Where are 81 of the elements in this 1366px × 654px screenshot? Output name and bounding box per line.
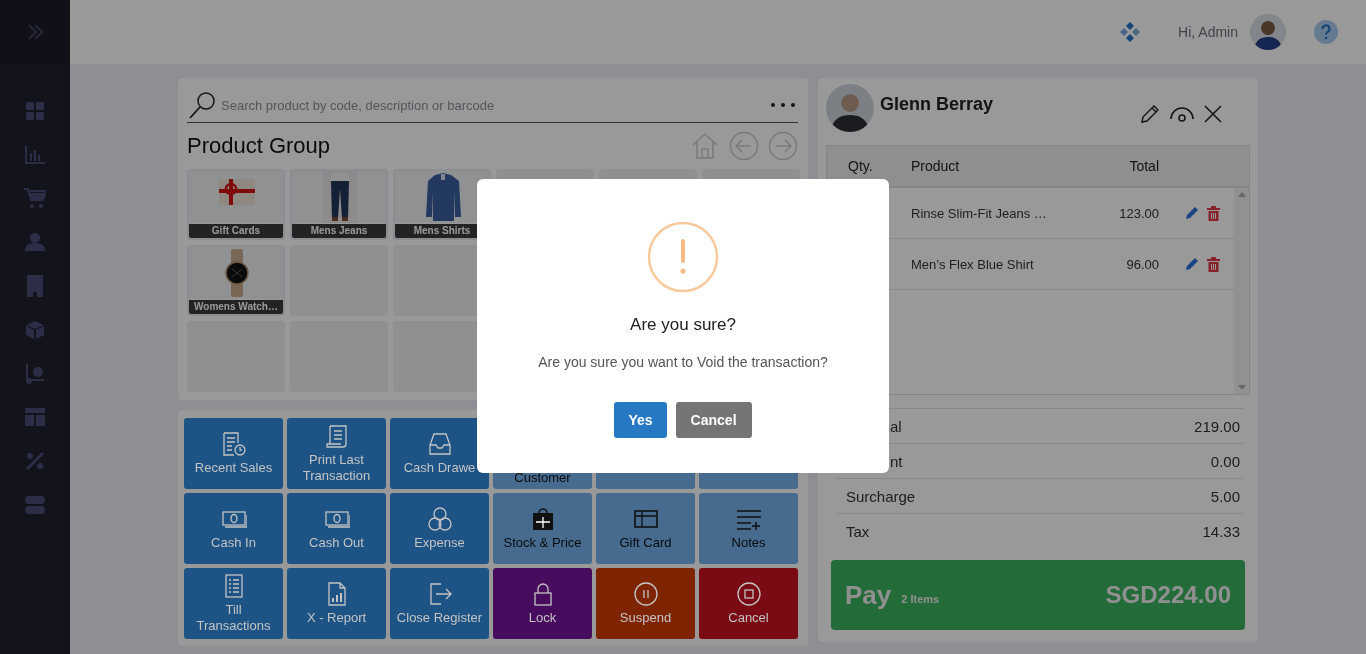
action-button[interactable]: Print Last Transaction (287, 418, 386, 489)
table-icon[interactable] (25, 408, 45, 427)
summary-label: al (889, 417, 902, 435)
action-button[interactable]: Gift Card (596, 493, 695, 564)
summary-label: Surcharge (846, 487, 916, 505)
line-total: 96.00 (1125, 256, 1159, 272)
cart-icon[interactable] (24, 188, 46, 209)
item-count: 2 Items (901, 593, 940, 605)
product-name: Rinse Slim-Fit Jeans … (911, 205, 1048, 221)
pencil-icon[interactable] (1185, 256, 1199, 271)
column-header: Total (1128, 158, 1159, 174)
product-tile[interactable]: Gift Cards (187, 169, 285, 240)
search-icon (187, 90, 217, 120)
user-greeting: Hi, Admin (1178, 24, 1238, 40)
action-button[interactable]: Lock (493, 568, 592, 639)
forward-icon[interactable] (768, 131, 798, 161)
summary-value: 14.33 (1202, 522, 1240, 540)
action-button[interactable]: Recent Sales (184, 418, 283, 489)
coins-icon (426, 506, 453, 532)
edit-icon[interactable] (1140, 104, 1160, 124)
action-button[interactable]: Suspend (596, 568, 695, 639)
action-button[interactable]: Cancel (699, 568, 798, 639)
summary-value: 0.00 (1210, 452, 1240, 470)
pay-amount: SGD224.00 (1105, 581, 1231, 609)
customer-avatar (826, 84, 874, 132)
action-button[interactable]: Cash Out (287, 493, 386, 564)
scroll-down-icon[interactable] (1237, 385, 1246, 390)
scrollbar[interactable] (1234, 188, 1249, 394)
bar-chart-icon[interactable] (25, 145, 45, 164)
apps-icon[interactable] (1120, 22, 1141, 42)
stop-circle-icon (735, 581, 762, 607)
section-title: Product Group (187, 133, 331, 159)
summary-label: nt (889, 452, 903, 470)
action-button[interactable]: Till Transactions (184, 568, 283, 639)
warning-icon (647, 221, 719, 293)
summary-label: Tax (846, 522, 870, 540)
action-button[interactable]: Notes (699, 493, 798, 564)
dialog-title: Are you sure? (630, 314, 736, 336)
building-icon[interactable] (27, 275, 43, 298)
product-tile[interactable]: Mens Jeans (290, 169, 388, 240)
home-icon[interactable] (690, 131, 720, 161)
product-name: Men’s Flex Blue Shirt (911, 256, 1035, 272)
trash-icon[interactable] (1207, 256, 1220, 272)
line-total: 123.00 (1118, 205, 1159, 221)
receipt-clock-icon (220, 431, 247, 457)
product-tile[interactable]: Womens Watch… (187, 245, 285, 316)
column-header: Product (911, 158, 961, 174)
dialog-message: Are you sure you want to Void the transaction? (538, 354, 828, 370)
back-icon[interactable] (729, 131, 759, 161)
summary-value: 219.00 (1194, 417, 1240, 435)
cancel-button[interactable]: Cancel (675, 402, 752, 438)
person-icon[interactable] (25, 233, 45, 252)
pause-circle-icon (632, 581, 659, 607)
search-field[interactable]: Search product by code, description or barcode (221, 97, 764, 113)
action-button[interactable]: X - Report (287, 568, 386, 639)
toggle-icon[interactable] (25, 496, 45, 515)
action-button[interactable]: Expense (390, 493, 489, 564)
percent-icon[interactable] (26, 452, 44, 471)
close-icon[interactable] (1204, 105, 1222, 123)
action-button[interactable]: Cash Drawe (390, 418, 489, 489)
scroll-icon (323, 423, 350, 449)
help-icon[interactable] (1314, 20, 1338, 44)
eye-icon[interactable] (1170, 106, 1194, 122)
inbox-tray-icon (426, 431, 453, 457)
user-avatar[interactable] (1250, 14, 1286, 50)
more-icon[interactable] (768, 100, 798, 110)
pencil-icon[interactable] (1185, 205, 1199, 220)
dolly-icon[interactable] (26, 363, 44, 384)
summary-value: 5.00 (1210, 487, 1240, 505)
customer-name: Glenn Berray (880, 94, 995, 115)
column-header: Qty. (847, 158, 874, 174)
scroll-up-icon[interactable] (1237, 192, 1246, 197)
action-button[interactable]: Close Register (390, 568, 489, 639)
action-button[interactable]: Stock & Price (493, 493, 592, 564)
pay-label: Pay (845, 579, 892, 611)
trash-icon[interactable] (1207, 205, 1220, 221)
expand-icon[interactable] (27, 24, 43, 40)
dashboard-icon[interactable] (26, 101, 44, 120)
cube-icon[interactable] (26, 320, 44, 339)
action-button[interactable]: Cash In (184, 493, 283, 564)
confirm-button[interactable]: Yes (614, 402, 667, 438)
